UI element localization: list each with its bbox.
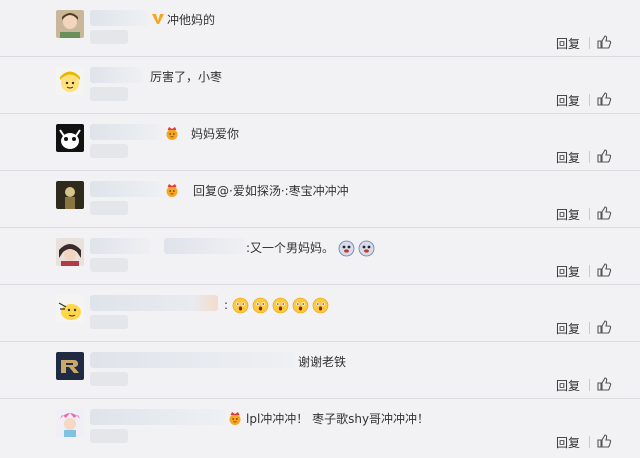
comment-text: :又一个男妈妈。 <box>246 241 335 255</box>
reply-button[interactable]: 回复 <box>556 320 580 337</box>
divider <box>589 436 590 448</box>
comment-text: : <box>224 298 229 312</box>
avatar[interactable] <box>56 295 84 323</box>
comment-text: 谢谢老铁 <box>298 355 347 369</box>
blurred-username[interactable] <box>90 238 150 254</box>
comment-text: 妈妈爱你 <box>191 127 240 141</box>
comment-text: 厉害了，小枣 <box>150 70 223 84</box>
thumbs-up-icon[interactable] <box>596 376 612 392</box>
reply-button[interactable]: 回复 <box>556 35 580 52</box>
blurred-username <box>90 429 128 443</box>
scared-face-icon <box>232 297 249 314</box>
reply-button[interactable]: 回复 <box>556 206 580 223</box>
avatar[interactable] <box>56 10 84 38</box>
blurred-username[interactable] <box>90 10 148 26</box>
thumbs-up-icon[interactable] <box>596 148 612 164</box>
reply-button[interactable]: 回复 <box>556 92 580 109</box>
comment-item: 谢谢老铁 回复 <box>0 342 640 399</box>
comment-list: 冲他妈的 回复 厉害了，小枣 回复 妈妈爱你 回复 回复@·爱如探汤·:枣宝冲冲… <box>0 0 640 458</box>
scared-face-icon <box>292 297 309 314</box>
reply-button[interactable]: 回复 <box>556 377 580 394</box>
comment-text: lpl冲冲冲！ 枣子歌shy哥冲冲冲！ <box>246 412 430 426</box>
divider <box>589 37 590 49</box>
comment-text: : <box>224 297 332 314</box>
blurred-username <box>164 238 246 254</box>
blurred-username <box>90 87 128 101</box>
divider <box>589 94 590 106</box>
blurred-username <box>90 30 128 44</box>
blurred-username <box>90 201 128 215</box>
comment-text: :又一个男妈妈。 <box>246 240 378 257</box>
comment-text: 回复@·爱如探汤·:枣宝冲冲冲 <box>193 184 349 198</box>
avatar[interactable] <box>56 124 84 152</box>
thumbs-up-icon[interactable] <box>596 433 612 449</box>
blurred-username[interactable] <box>90 409 226 425</box>
thumbs-up-icon[interactable] <box>596 262 612 278</box>
blurred-username[interactable] <box>90 352 294 368</box>
scared-face-icon <box>312 297 329 314</box>
comment-item: lpl冲冲冲！ 枣子歌shy哥冲冲冲！ 回复 <box>0 399 640 456</box>
comment-item: 回复@·爱如探汤·:枣宝冲冲冲 回复 <box>0 171 640 228</box>
crown-face-icon <box>164 182 180 198</box>
comment-item: 妈妈爱你 回复 <box>0 114 640 171</box>
comment-item: 冲他妈的 回复 <box>0 0 640 57</box>
blurred-username <box>90 315 128 329</box>
yellow-v-icon <box>150 11 166 27</box>
reply-button[interactable]: 回复 <box>556 149 580 166</box>
scared-face-icon <box>272 297 289 314</box>
blurred-username[interactable] <box>90 181 162 197</box>
divider <box>589 322 590 334</box>
crown-face-icon <box>164 125 180 141</box>
blurred-username <box>90 372 128 386</box>
comment-text: 冲他妈的 <box>167 13 216 27</box>
avatar[interactable] <box>56 181 84 209</box>
doge-icon <box>338 240 355 257</box>
thumbs-up-icon[interactable] <box>596 205 612 221</box>
blurred-username[interactable] <box>90 295 218 311</box>
reply-button[interactable]: 回复 <box>556 263 580 280</box>
comment-item: :又一个男妈妈。 回复 <box>0 228 640 285</box>
blurred-username[interactable] <box>90 124 162 140</box>
divider <box>589 379 590 391</box>
comment-item: 厉害了，小枣 回复 <box>0 57 640 114</box>
avatar[interactable] <box>56 409 84 437</box>
divider <box>589 151 590 163</box>
scared-face-icon <box>252 297 269 314</box>
blurred-username <box>90 258 128 272</box>
avatar[interactable] <box>56 238 84 266</box>
reply-button[interactable]: 回复 <box>556 434 580 451</box>
doge-icon <box>358 240 375 257</box>
comment-item: : 回复 <box>0 285 640 342</box>
avatar[interactable] <box>56 67 84 95</box>
thumbs-up-icon[interactable] <box>596 34 612 50</box>
divider <box>589 265 590 277</box>
divider <box>589 208 590 220</box>
blurred-username <box>90 144 128 158</box>
blurred-username[interactable] <box>90 67 142 83</box>
avatar[interactable] <box>56 352 84 380</box>
crown-face-icon <box>227 410 243 426</box>
thumbs-up-icon[interactable] <box>596 319 612 335</box>
thumbs-up-icon[interactable] <box>596 91 612 107</box>
